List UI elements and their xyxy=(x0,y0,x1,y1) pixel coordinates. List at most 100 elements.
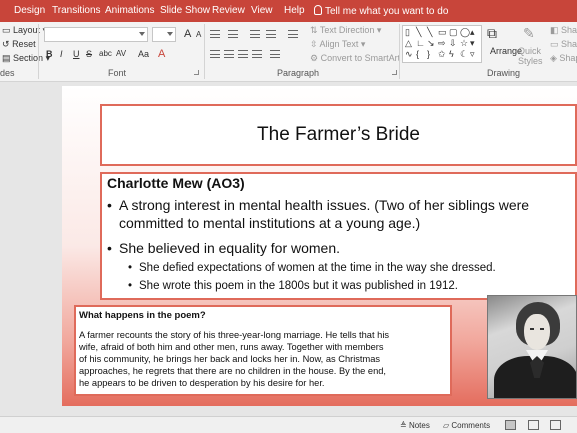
left-brace-shape-icon[interactable]: { xyxy=(416,50,419,59)
columns-icon[interactable] xyxy=(270,50,280,58)
tab-slide-show[interactable]: Slide Show xyxy=(160,5,210,16)
line-shape-icon[interactable]: ╲ xyxy=(416,28,421,37)
section-button[interactable]: ▤ Section ▾ xyxy=(2,53,50,64)
shape-outline-button[interactable]: ▭ Shape xyxy=(550,39,577,50)
bullet-text-line: She believed in equality for women. xyxy=(119,240,341,256)
portrait-eye xyxy=(530,328,534,330)
tab-review[interactable]: Review xyxy=(212,5,245,16)
connector-shape-icon[interactable]: ↘ xyxy=(427,39,435,48)
character-spacing-button[interactable]: AV xyxy=(116,49,126,58)
reset-button[interactable]: ↺ Reset xyxy=(2,39,36,50)
tab-view[interactable]: View xyxy=(251,5,273,16)
bullet-icon: • xyxy=(107,240,112,256)
font-group-label: Font xyxy=(108,68,127,78)
italic-button[interactable]: I xyxy=(60,49,63,59)
more-shapes-icon[interactable]: ▴ xyxy=(470,28,475,37)
sub-bullet-item: • She defied expectations of women at th… xyxy=(128,262,496,274)
slide[interactable]: The Farmer’s Bride Charlotte Mew (AO3) •… xyxy=(62,86,577,406)
star5-shape-icon[interactable]: ✩ xyxy=(438,50,446,59)
justify-icon[interactable] xyxy=(252,50,262,58)
chevron-down-icon[interactable]: ▾ xyxy=(470,39,475,48)
content-placeholder[interactable]: Charlotte Mew (AO3) • A strong interest … xyxy=(100,172,577,300)
align-center-icon[interactable] xyxy=(224,50,234,58)
paragraph-dialog-launcher-icon[interactable] xyxy=(392,70,397,75)
sub-bullet-text: She wrote this poem in the 1800s but it … xyxy=(139,280,459,292)
lightning-shape-icon[interactable]: ϟ xyxy=(449,50,454,59)
tab-transitions[interactable]: Transitions xyxy=(52,5,101,16)
poem-summary-box[interactable]: What happens in the poem? A farmer recou… xyxy=(74,305,452,396)
comments-button[interactable]: ▱ Comments xyxy=(443,421,490,430)
textbox-shape-icon[interactable]: ▯ xyxy=(405,28,410,37)
triangle-shape-icon[interactable]: △ xyxy=(405,39,412,48)
font-size-combo[interactable] xyxy=(152,27,176,42)
increase-indent-icon[interactable] xyxy=(266,30,276,38)
poem-summary-line: he appears to be driven to desperation b… xyxy=(79,378,325,388)
shrink-font-button[interactable]: A xyxy=(196,30,201,39)
bold-button[interactable]: B xyxy=(46,49,53,59)
font-dialog-launcher-icon[interactable] xyxy=(194,70,199,75)
tab-animations[interactable]: Animations xyxy=(105,5,154,16)
reset-icon: ↺ xyxy=(2,39,10,49)
underline-button[interactable]: U xyxy=(73,49,80,59)
normal-view-icon[interactable] xyxy=(505,420,516,430)
moon-shape-icon[interactable]: ☾ xyxy=(460,50,468,59)
ribbon-tab-bar: Design Transitions Animations Slide Show… xyxy=(0,0,577,22)
right-brace-shape-icon[interactable]: } xyxy=(427,50,430,59)
font-color-button[interactable]: A xyxy=(158,48,165,60)
font-family-combo[interactable] xyxy=(44,27,148,42)
bullet-icon: • xyxy=(128,262,133,274)
shape-fill-button[interactable]: ◧ Shape xyxy=(550,25,577,36)
quick-styles-button[interactable]: Quick Styles xyxy=(518,46,548,66)
chevron-down-icon xyxy=(167,32,173,36)
star-shape-icon[interactable]: ☆ xyxy=(460,39,468,48)
change-case-button[interactable]: Aa xyxy=(138,49,149,59)
comments-label: Comments xyxy=(451,421,491,430)
decrease-indent-icon[interactable] xyxy=(250,30,260,38)
tab-design[interactable]: Design xyxy=(14,5,45,16)
bullets-icon[interactable] xyxy=(210,30,220,38)
shapes-gallery[interactable]: ▯ ╲ ╲ ▭ ▢ ◯ ▴ △ ∟ ↘ ⇨ ⇩ ☆ ▾ ∿ { } ✩ ϟ ☾ … xyxy=(402,25,482,63)
rectangle-shape-icon[interactable]: ▭ xyxy=(438,28,447,37)
text-direction-label: Text Direction xyxy=(319,25,375,35)
convert-smartart-button[interactable]: ⚙ Convert to SmartArt ▾ xyxy=(310,53,407,64)
align-text-button[interactable]: ⇳ Align Text ▾ xyxy=(310,39,365,50)
gallery-expand-icon[interactable]: ▿ xyxy=(470,50,475,59)
notes-button[interactable]: ≜ Notes xyxy=(400,421,430,430)
ribbon-separator xyxy=(204,24,205,79)
oval-shape-icon[interactable]: ◯ xyxy=(460,28,470,37)
shadow-button[interactable]: abc xyxy=(99,49,112,58)
tell-me-search[interactable]: Tell me what you want to do xyxy=(314,5,448,17)
align-left-icon[interactable] xyxy=(210,50,220,58)
quick-styles-icon[interactable]: ✎ xyxy=(523,25,535,42)
reset-label: Reset xyxy=(12,39,36,49)
bullet-text-line: A strong interest in mental health issue… xyxy=(119,197,530,213)
chevron-down-icon xyxy=(139,32,145,36)
elbow-shape-icon[interactable]: ∟ xyxy=(416,39,425,48)
reading-view-icon[interactable] xyxy=(550,420,561,430)
poem-summary-line: wife, afraid of both him and other men, … xyxy=(79,342,384,352)
paragraph-group-label: Paragraph xyxy=(277,68,320,78)
numbering-icon[interactable] xyxy=(228,30,238,38)
strikethrough-button[interactable]: S xyxy=(86,49,92,59)
grow-font-button[interactable]: A xyxy=(184,28,191,40)
slide-sorter-view-icon[interactable] xyxy=(528,420,539,430)
line-shape-icon[interactable]: ╲ xyxy=(427,28,432,37)
arrow-right-shape-icon[interactable]: ⇨ xyxy=(438,39,446,48)
shape-fill-label: Shape xyxy=(561,25,577,35)
poem-summary-line: approaches, he regrets that there are no… xyxy=(79,366,386,376)
shape-effects-button[interactable]: ◈ Shape xyxy=(550,53,577,64)
tab-help[interactable]: Help xyxy=(284,5,305,16)
curve-shape-icon[interactable]: ∿ xyxy=(405,50,413,59)
align-right-icon[interactable] xyxy=(238,50,248,58)
sub-bullet-text: She defied expectations of women at the … xyxy=(139,262,496,274)
arrange-icon[interactable]: ⧉ xyxy=(487,25,497,42)
text-direction-button[interactable]: ⇅ Text Direction ▾ xyxy=(310,25,381,36)
charlotte-mew-portrait[interactable] xyxy=(487,295,577,399)
line-spacing-icon[interactable] xyxy=(288,30,298,38)
slides-group-label: des xyxy=(0,68,15,78)
title-placeholder[interactable]: The Farmer’s Bride xyxy=(100,104,577,166)
layout-button[interactable]: ▭ Layout ▾ xyxy=(2,25,47,36)
rounded-rect-shape-icon[interactable]: ▢ xyxy=(449,28,458,37)
arrow-down-shape-icon[interactable]: ⇩ xyxy=(449,39,457,48)
ribbon-separator xyxy=(38,24,39,79)
